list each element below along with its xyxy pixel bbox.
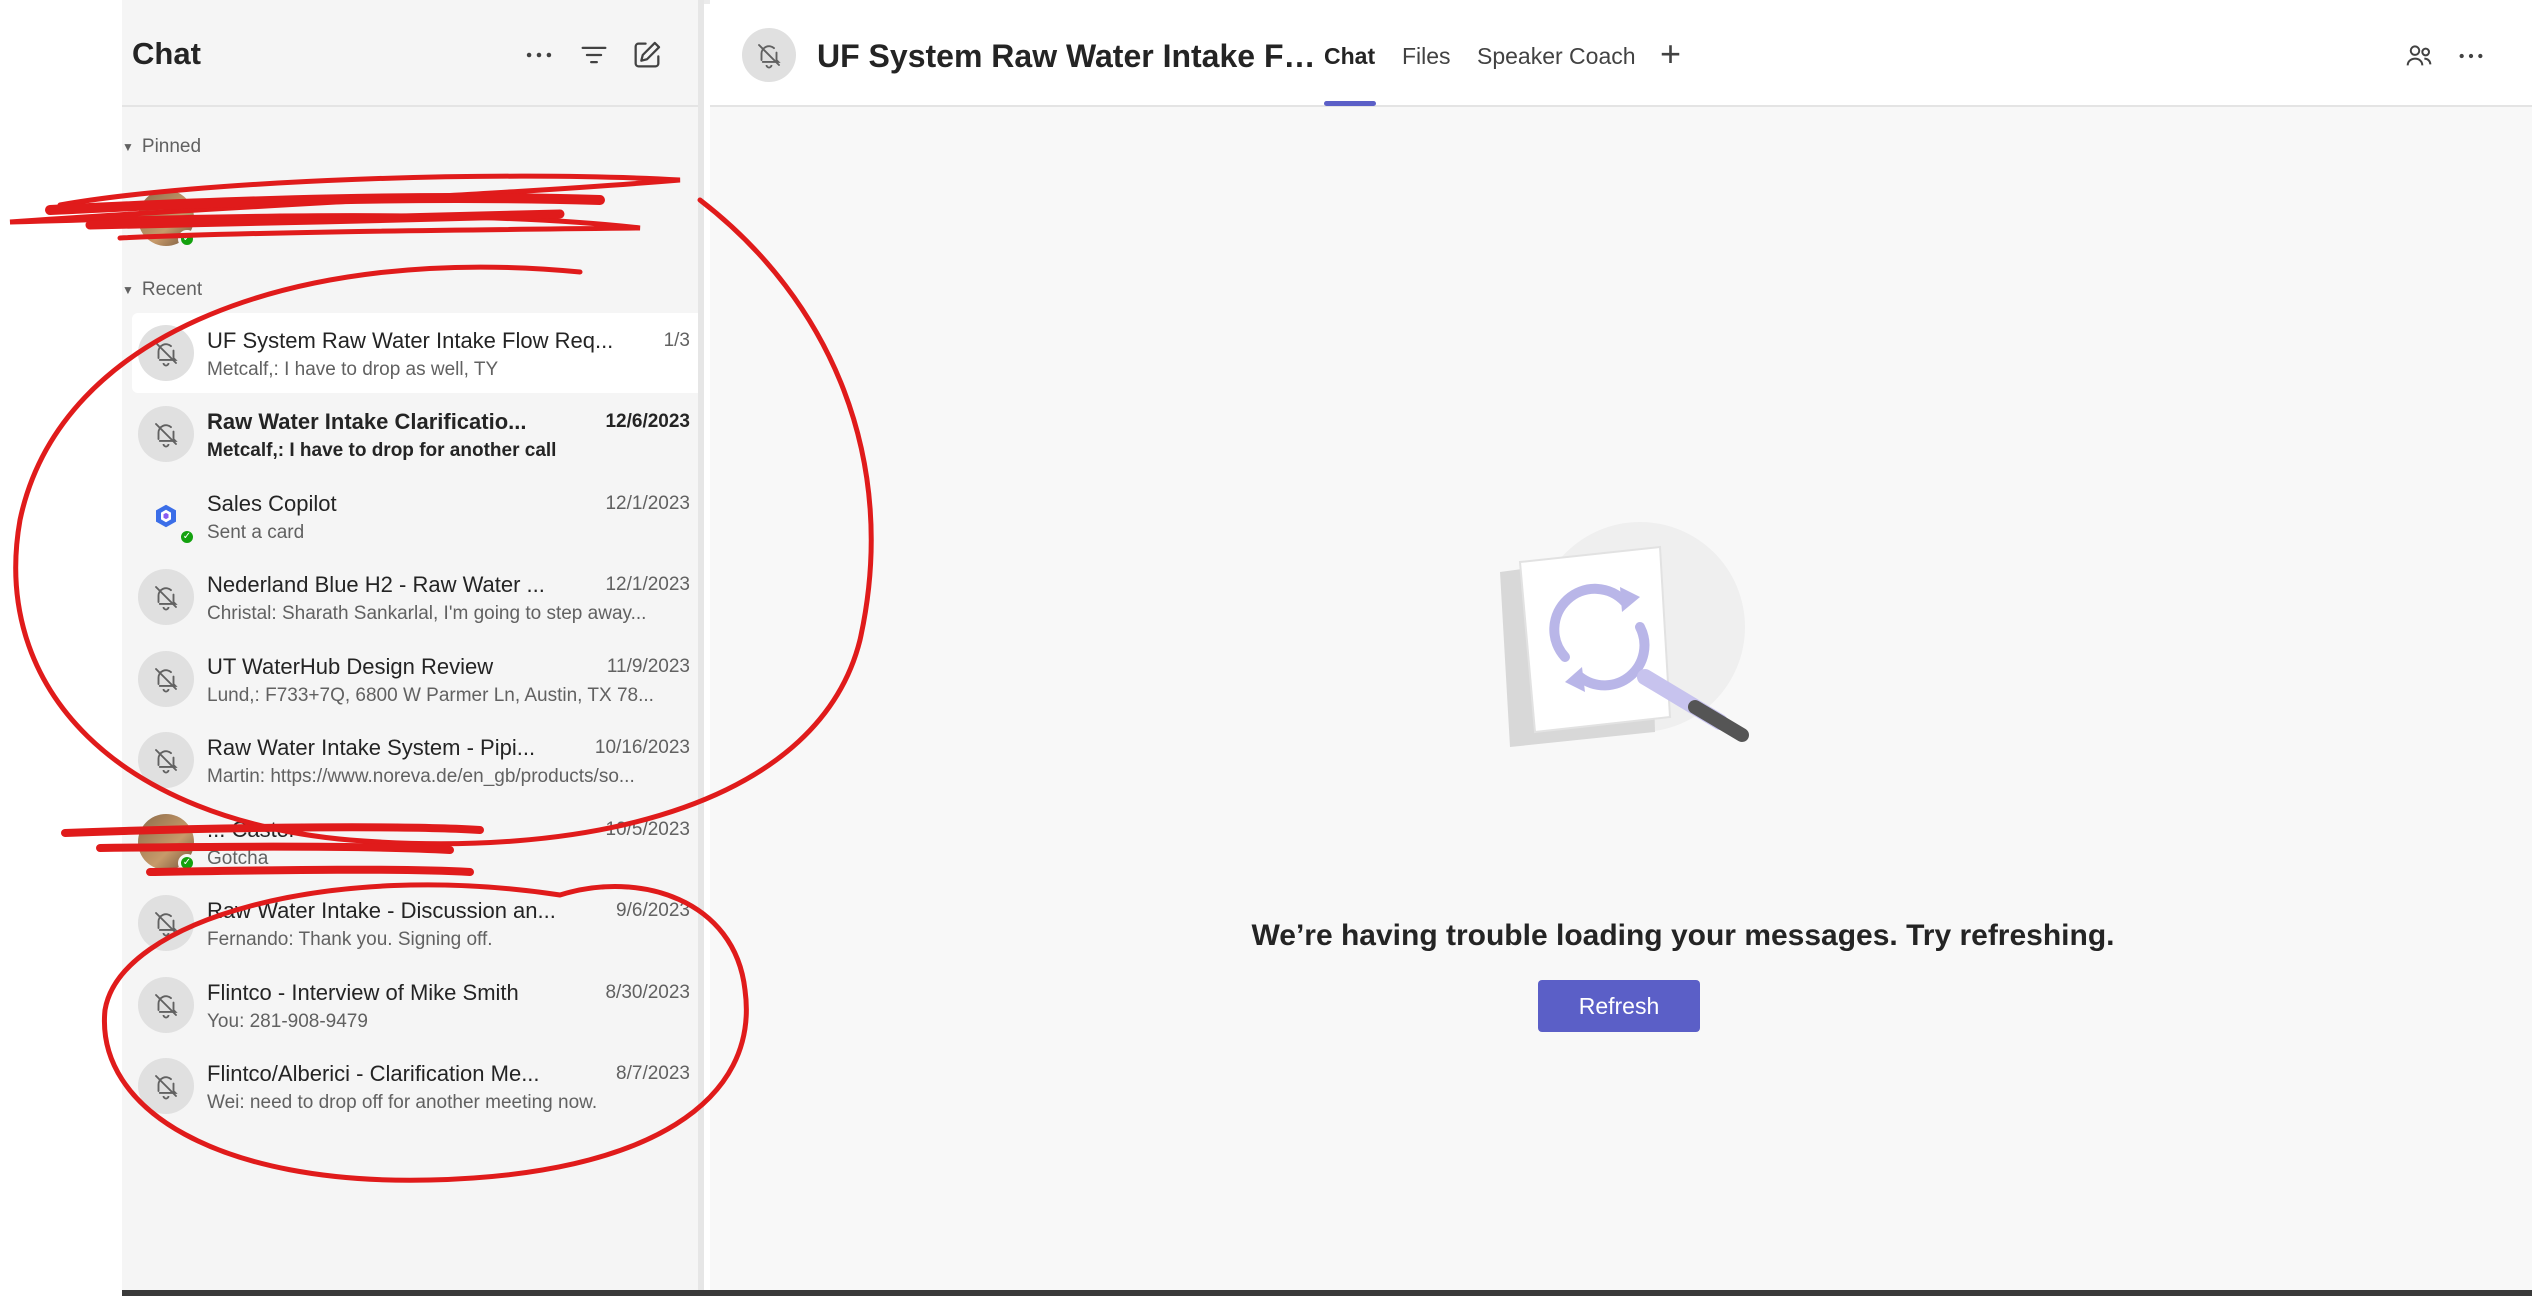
muted-bell-icon bbox=[742, 28, 796, 82]
more-icon[interactable] bbox=[2455, 40, 2487, 72]
compose-icon[interactable] bbox=[630, 38, 664, 72]
left-gutter bbox=[0, 0, 122, 1296]
more-icon[interactable] bbox=[522, 38, 556, 72]
chat-item-title: Sales Copilot bbox=[207, 491, 337, 516]
chat-item-title: UT WaterHub Design Review bbox=[207, 654, 494, 679]
chat-item-date: 12/6/2023 bbox=[605, 411, 690, 432]
conversation-body: We’re having trouble loading your messag… bbox=[710, 107, 2532, 1290]
conversation-header: UF System Raw Water Intake Flo... Chat F… bbox=[710, 0, 2532, 107]
sidebar-title: Chat bbox=[132, 36, 201, 71]
chat-list-item[interactable]: Raw Water Intake Clarificatio... 12/6/20… bbox=[132, 394, 698, 474]
caret-down-icon: ▼ bbox=[122, 283, 134, 297]
chat-list-item[interactable]: ✓ ... Castor 10/5/2023 Gotcha bbox=[132, 802, 698, 882]
chat-item-title: Raw Water Intake Clarificatio... bbox=[207, 409, 527, 434]
copilot-icon: ✓ bbox=[138, 488, 196, 546]
tab-speaker-coach[interactable]: Speaker Coach bbox=[1477, 43, 1636, 70]
active-tab-indicator bbox=[1324, 101, 1376, 106]
chat-item-preview: Metcalf,: I have to drop as well, TY bbox=[207, 359, 499, 380]
chat-sidebar: Chat ▼ Pinned ✓ ▼ Recent UF System Raw W… bbox=[122, 0, 704, 1290]
loading-error-illustration bbox=[1500, 522, 1749, 747]
chat-item-title: UF System Raw Water Intake Flow Req... bbox=[207, 328, 614, 353]
muted-bell-icon bbox=[138, 732, 194, 788]
chat-item-preview: Gotcha bbox=[207, 848, 269, 869]
muted-bell-icon bbox=[138, 895, 194, 951]
presence-available-icon: ✓ bbox=[178, 230, 196, 248]
muted-bell-icon bbox=[138, 406, 194, 462]
presence-available-icon: ✓ bbox=[178, 528, 196, 546]
chat-item-date: 10/5/2023 bbox=[605, 819, 690, 840]
presence-available-icon: ✓ bbox=[178, 854, 196, 872]
error-message-text: We’re having trouble loading your messag… bbox=[1251, 919, 2115, 952]
taskbar-edge bbox=[122, 1290, 2532, 1296]
muted-bell-icon bbox=[138, 1058, 194, 1114]
chat-item-title: ... Castor bbox=[207, 817, 297, 842]
tab-chat[interactable]: Chat bbox=[1324, 43, 1375, 70]
muted-bell-icon bbox=[138, 569, 194, 625]
avatar: ✓ bbox=[138, 190, 196, 248]
chat-item-preview: Christal: Sharath Sankarlal, I'm going t… bbox=[207, 603, 647, 624]
chat-item-title: Nederland Blue H2 - Raw Water ... bbox=[207, 572, 545, 597]
participants-icon[interactable] bbox=[2403, 40, 2435, 72]
refresh-button[interactable]: Refresh bbox=[1538, 980, 1700, 1032]
chat-item-date: 11/9/2023 bbox=[606, 656, 690, 677]
chat-item-title: Raw Water Intake System - Pipi... bbox=[207, 735, 536, 760]
filter-icon[interactable] bbox=[577, 38, 611, 72]
chat-item-preview: Fernando: Thank you. Signing off. bbox=[207, 929, 493, 950]
chat-item-preview: Metcalf,: I have to drop for another cal… bbox=[207, 440, 557, 461]
chat-list-item[interactable]: Raw Water Intake - Discussion an... 9/6/… bbox=[132, 883, 698, 963]
chat-item-date: 8/7/2023 bbox=[616, 1063, 690, 1084]
chat-list-item[interactable]: Flintco/Alberici - Clarification Me... 8… bbox=[132, 1046, 698, 1126]
recent-section-toggle[interactable]: ▼ Recent bbox=[122, 279, 202, 301]
muted-bell-icon bbox=[138, 977, 194, 1033]
chat-item-preview: Wei: need to drop off for another meetin… bbox=[207, 1092, 598, 1113]
chat-list-item[interactable]: Nederland Blue H2 - Raw Water ... 12/1/2… bbox=[132, 557, 698, 637]
tab-files[interactable]: Files bbox=[1402, 43, 1451, 70]
chat-item-date: 8/30/2023 bbox=[605, 982, 690, 1003]
pinned-section-toggle[interactable]: ▼ Pinned bbox=[122, 136, 201, 158]
conversation-title[interactable]: UF System Raw Water Intake Flo... bbox=[817, 38, 1317, 75]
chat-list-item[interactable]: Flintco - Interview of Mike Smith 8/30/2… bbox=[132, 965, 698, 1045]
chat-item-date: 1/3 bbox=[663, 330, 690, 351]
chat-item-preview: Martin: https://www.noreva.de/en_gb/prod… bbox=[207, 766, 635, 787]
chat-list-item[interactable]: UT WaterHub Design Review 11/9/2023 Lund… bbox=[132, 639, 698, 719]
chat-list-item[interactable]: ✓ Sales Copilot 12/1/2023 Sent a card bbox=[132, 476, 698, 556]
chat-item-date: 10/16/2023 bbox=[594, 737, 690, 758]
avatar: ✓ bbox=[138, 814, 196, 872]
error-message: We’re having trouble loading your messag… bbox=[710, 919, 2532, 953]
chat-item-preview: You: 281-908-9479 bbox=[207, 1011, 368, 1032]
chat-item-preview: Lund,: F733+7Q, 6800 W Parmer Ln, Austin… bbox=[207, 685, 654, 706]
muted-bell-icon bbox=[138, 651, 194, 707]
chat-item-date: 12/1/2023 bbox=[605, 493, 690, 514]
chat-item-title: Raw Water Intake - Discussion an... bbox=[207, 898, 556, 923]
chat-list-item[interactable]: Raw Water Intake System - Pipi... 10/16/… bbox=[132, 720, 698, 800]
add-tab-icon[interactable]: + bbox=[1660, 36, 1681, 72]
caret-down-icon: ▼ bbox=[122, 140, 134, 154]
chat-item-title: Flintco/Alberici - Clarification Me... bbox=[207, 1061, 540, 1086]
chat-item-date: 9/6/2023 bbox=[616, 900, 690, 921]
pinned-chat-item[interactable]: ✓ bbox=[132, 178, 698, 258]
chat-item-date: 12/1/2023 bbox=[605, 574, 690, 595]
chat-list-item[interactable]: UF System Raw Water Intake Flow Req... 1… bbox=[132, 313, 698, 393]
chat-item-preview: Sent a card bbox=[207, 522, 305, 543]
chat-item-title: Flintco - Interview of Mike Smith bbox=[207, 980, 519, 1005]
sidebar-header: Chat bbox=[122, 0, 698, 107]
recent-label: Recent bbox=[141, 279, 203, 300]
muted-bell-icon bbox=[138, 325, 194, 381]
pinned-label: Pinned bbox=[141, 136, 202, 157]
